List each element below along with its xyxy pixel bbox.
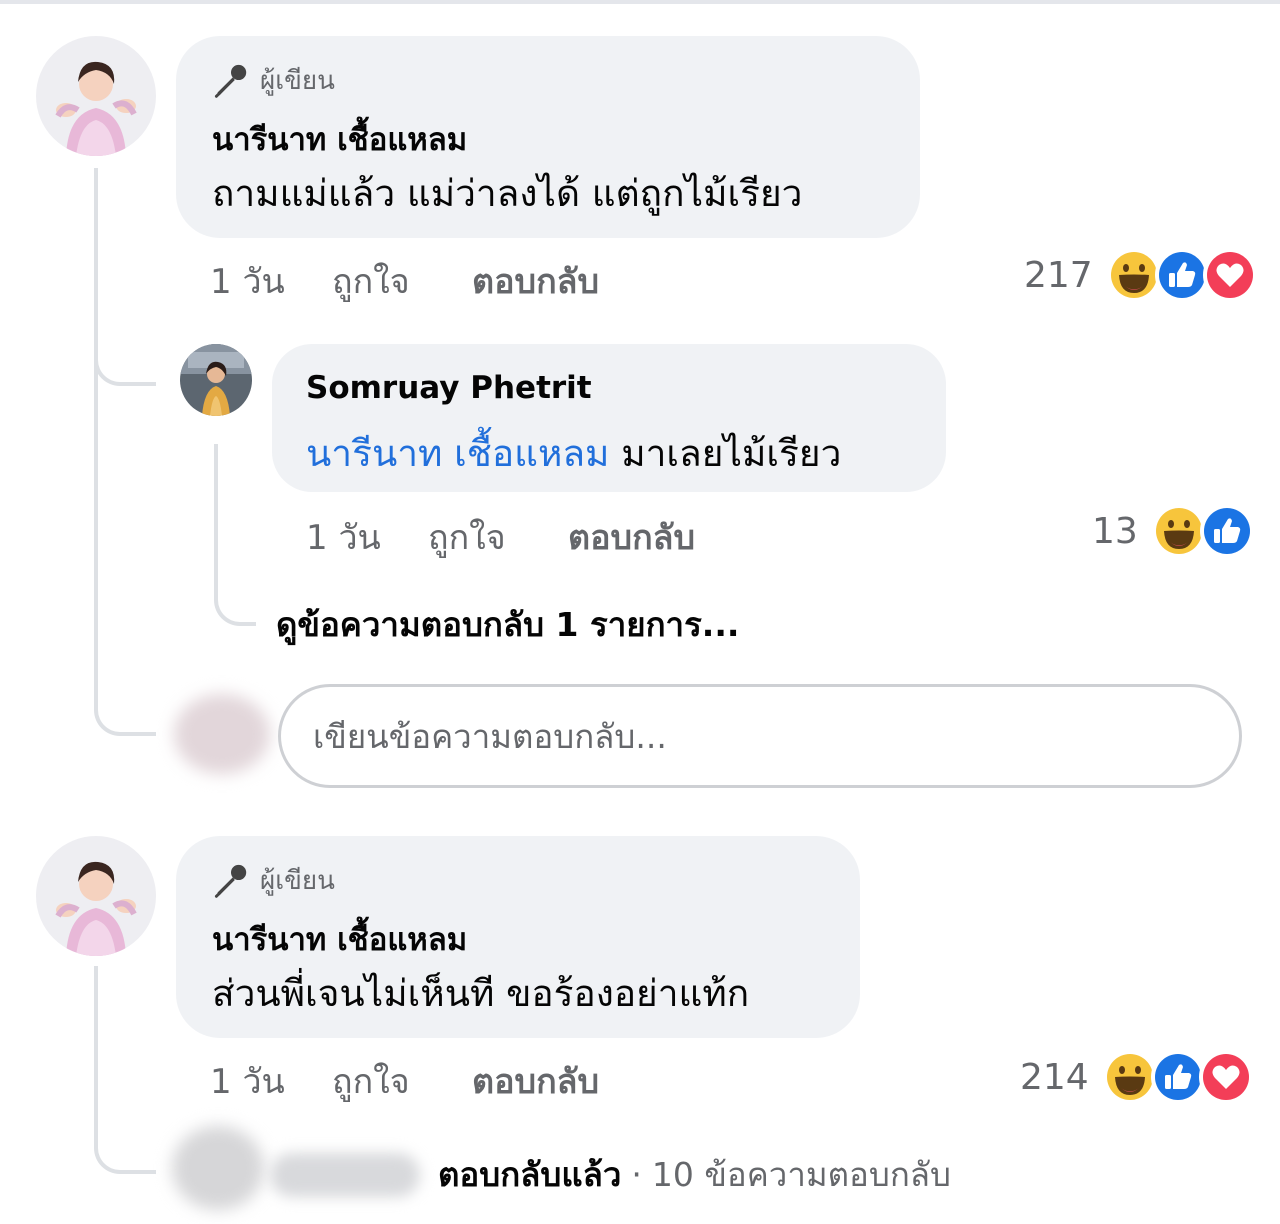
reply-link[interactable]: ตอบกลับ — [472, 1054, 599, 1108]
top-divider — [0, 0, 1280, 4]
microphone-icon — [212, 62, 250, 100]
author-badge-row: ผู้เขียน — [212, 860, 335, 901]
reply-avatar[interactable] — [180, 344, 252, 416]
reaction-count: 214 — [1020, 1056, 1089, 1098]
thread-elbow-more — [214, 560, 256, 626]
thread-elbow-input — [94, 640, 156, 736]
reply-link[interactable]: ตอบกลับ — [472, 254, 599, 308]
reply-author-name[interactable]: Somruay Phetrit — [306, 370, 592, 406]
comment-time[interactable]: 1 วัน — [210, 254, 332, 308]
like-link[interactable]: ถูกใจ — [332, 1054, 472, 1108]
haha-emoji — [1106, 248, 1161, 302]
thread-line-1 — [94, 168, 98, 668]
like-emoji — [1154, 248, 1209, 302]
love-emoji — [1202, 248, 1257, 302]
like-emoji — [1150, 1050, 1205, 1104]
reply-text-body: มาเลยไม้เรียว — [621, 432, 842, 475]
comment-actions: 1 วัน ถูกใจ ตอบกลับ — [210, 254, 599, 308]
view-more-replies-link[interactable]: ดูข้อความตอบกลับ 1 รายการ... — [276, 598, 739, 651]
author-badge-label: ผู้เขียน — [260, 66, 335, 96]
like-emoji — [1199, 504, 1254, 558]
commenter-name[interactable]: นารีนาท เชื้อแหลม — [212, 114, 467, 164]
comment-text: ส่วนพี่เจนไม่เห็นที ขอร้องอย่าแท้ก — [212, 972, 750, 1015]
replier-name-blurred — [270, 1152, 420, 1197]
comment-time[interactable]: 1 วัน — [210, 1054, 332, 1108]
reaction-count: 217 — [1024, 254, 1093, 296]
love-emoji — [1198, 1050, 1253, 1104]
reactions-summary[interactable]: 214 — [1020, 1050, 1253, 1104]
reply-actions: 1 วัน ถูกใจ ตอบกลับ — [306, 510, 695, 564]
replied-verb: ตอบกลับแล้ว — [438, 1155, 622, 1194]
current-user-avatar — [174, 694, 270, 774]
author-badge-row: ผู้เขียน — [212, 60, 335, 101]
commenter-name[interactable]: นารีนาท เชื้อแหลม — [212, 914, 467, 964]
replied-summary-link[interactable]: ตอบกลับแล้ว · 10 ข้อความตอบกลับ — [270, 1148, 951, 1201]
reply-reaction-count: 13 — [1092, 510, 1138, 552]
reply-reply-link[interactable]: ตอบกลับ — [568, 510, 695, 564]
thread-elbow-replied — [94, 1080, 156, 1174]
reactions-summary[interactable]: 217 — [1024, 248, 1257, 302]
reply-like-link[interactable]: ถูกใจ — [428, 510, 568, 564]
haha-emoji — [1102, 1050, 1157, 1104]
separator-dot: · — [631, 1155, 642, 1194]
thread-elbow-reply — [94, 300, 156, 386]
reply-input[interactable]: เขียนข้อความตอบกลับ... — [278, 684, 1242, 788]
author-avatar[interactable] — [36, 836, 156, 956]
replier-avatar — [172, 1126, 264, 1210]
mention-link[interactable]: นารีนาท เชื้อแหลม — [306, 432, 609, 475]
comment-text: ถามแม่แล้ว แม่ว่าลงได้ แต่ถูกไม้เรียว — [212, 172, 803, 215]
thread-line-reply — [214, 444, 218, 574]
reply-text: นารีนาท เชื้อแหลม มาเลยไม้เรียว — [306, 424, 841, 483]
haha-emoji — [1151, 504, 1206, 558]
author-badge-label: ผู้เขียน — [260, 866, 335, 896]
author-avatar[interactable] — [36, 36, 156, 156]
comment-actions: 1 วัน ถูกใจ ตอบกลับ — [210, 1054, 599, 1108]
microphone-icon — [212, 862, 250, 900]
reply-reactions-summary[interactable]: 13 — [1092, 504, 1254, 558]
thread-line-2 — [94, 966, 98, 1086]
reply-count: 10 ข้อความตอบกลับ — [651, 1155, 951, 1194]
reply-time[interactable]: 1 วัน — [306, 510, 428, 564]
like-link[interactable]: ถูกใจ — [332, 254, 472, 308]
